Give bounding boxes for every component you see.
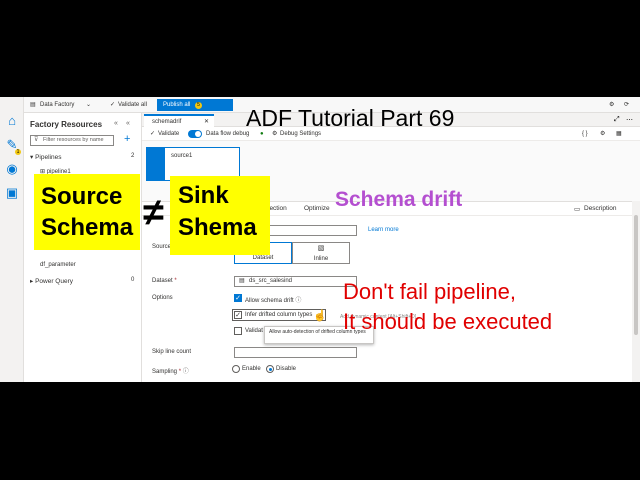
dataset-select[interactable]: ▤ ds_src_salesind — [234, 276, 357, 287]
sink-schema-callout: Sink Shema — [170, 176, 270, 255]
description-icon[interactable]: ▭ — [574, 205, 580, 213]
tab-optimize[interactable]: Optimize — [304, 205, 330, 212]
dataset-icon: ▤ — [239, 278, 245, 284]
validate-schema-label: Validat — [245, 328, 263, 334]
pipelines-label: Pipelines — [35, 154, 62, 161]
tutorial-title: ADF Tutorial Part 69 — [246, 105, 455, 131]
data-flow-debug-label: Data flow debug — [206, 131, 250, 137]
allow-schema-drift-checkbox[interactable]: ✓ — [234, 294, 242, 302]
infer-drifted-checkbox[interactable]: ✓ — [234, 311, 242, 319]
skip-line-count-input[interactable] — [234, 347, 357, 358]
sink-schema-line1: Sink — [178, 182, 229, 209]
data-factory-icon: ▤ — [30, 102, 36, 108]
sampling-enable-radio[interactable] — [232, 365, 240, 373]
options-label: Options — [152, 295, 173, 301]
source-schema-line1: Source — [41, 183, 123, 210]
refresh-icon[interactable]: ⟳ — [624, 100, 629, 110]
collapse-all-icon[interactable]: « — [114, 120, 118, 127]
tab-label: schemadrif — [152, 119, 182, 125]
validate-schema-checkbox[interactable] — [234, 327, 242, 335]
properties-scrollbar[interactable] — [632, 201, 640, 382]
home-icon[interactable]: ⌂ — [4, 113, 20, 129]
dataset-label-text: Dataset — [152, 278, 173, 284]
settings-gear-icon[interactable]: ⚙ — [609, 100, 614, 110]
list-item-df-parameter[interactable]: df_parameter — [40, 262, 76, 268]
filter-icon: ⊽ — [34, 137, 39, 143]
power-query-label: Power Query — [35, 278, 74, 285]
inline-option-label: Inline — [313, 256, 329, 262]
red-annotation-line2: It should be executed — [343, 309, 553, 334]
sampling-disable-radio[interactable] — [266, 365, 274, 373]
allow-schema-drift-label: Allow schema drift ⓘ — [245, 295, 301, 304]
expand-icon[interactable]: ⤢ — [614, 116, 620, 124]
validate-all-button[interactable]: Validate all — [118, 100, 147, 110]
power-query-count: 0 — [131, 277, 135, 283]
validate-check-icon: ✓ — [150, 131, 156, 137]
infer-drifted-label: Infer drifted column types — [245, 312, 313, 318]
factory-resources-title: Factory Resources — [30, 120, 103, 129]
monitor-icon[interactable]: ◉ — [4, 161, 20, 177]
source-type-inline-option[interactable]: ▧ Inline — [292, 242, 350, 264]
data-factory-selector[interactable]: Data Factory — [40, 100, 74, 110]
schema-drift-annotation: Schema drift — [335, 188, 463, 211]
hide-panel-icon[interactable]: « — [126, 120, 130, 127]
add-resource-icon[interactable]: + — [124, 133, 130, 145]
scrollbar-thumb[interactable] — [634, 215, 638, 335]
node-label: source1 — [171, 153, 193, 159]
tab-description[interactable]: Description — [584, 205, 617, 212]
hand-cursor-icon: ☝ — [313, 310, 327, 322]
author-badge: 1 — [15, 149, 21, 155]
inline-icon: ▧ — [317, 245, 325, 252]
validate-button[interactable]: Validate — [158, 130, 179, 139]
parameters-icon[interactable]: ▦ — [616, 130, 622, 139]
sampling-enable-label: Enable — [242, 366, 261, 372]
allow-schema-drift-text: Allow schema drift — [245, 298, 294, 304]
source-schema-callout: Source Schema — [34, 174, 140, 250]
power-query-section[interactable]: ▸ Power Query — [30, 277, 73, 285]
publish-all-button[interactable]: Publish all 5 — [157, 99, 233, 111]
manage-toolbox-icon[interactable]: ▣ — [4, 185, 20, 201]
tab-projection[interactable]: jection — [268, 205, 287, 212]
dataset-value: ds_src_salesind — [249, 278, 293, 284]
not-equal-sign: ≠ — [143, 192, 164, 234]
sampling-info-icon: ⓘ — [182, 369, 189, 375]
publish-all-label: Publish all — [163, 102, 191, 108]
left-nav-rail: ⌂ ✎ 1 ◉ ▣ — [0, 97, 24, 382]
code-icon[interactable]: { } — [582, 130, 588, 139]
chevron-down-icon[interactable]: ⌄ — [86, 100, 91, 110]
info-icon: ⓘ — [295, 298, 302, 304]
sampling-label: Sampling * ⓘ — [152, 369, 189, 375]
adf-window: ⌂ ✎ 1 ◉ ▣ ▤ Data Factory ⌄ ✓ Validate al… — [0, 97, 640, 382]
sampling-label-text: Sampling — [152, 369, 178, 375]
pipelines-section[interactable]: ▾ Pipelines — [30, 153, 61, 161]
source-node-bar — [147, 148, 165, 180]
publish-count-badge: 5 — [195, 102, 203, 109]
sink-schema-line2: Shema — [178, 214, 257, 241]
tab-schemadrif[interactable]: schemadrif ✕ — [144, 114, 214, 127]
skip-line-count-label: Skip line count — [152, 349, 192, 355]
dataset-option-label: Dataset — [252, 255, 274, 261]
filter-placeholder: Filter resources by name — [43, 137, 104, 143]
red-annotation-line1: Don't fail pipeline, — [343, 279, 516, 304]
dataset-label: Dataset * — [152, 278, 177, 284]
learn-more-link[interactable]: Learn more — [368, 227, 399, 233]
filter-resources-input[interactable]: ⊽ Filter resources by name — [30, 135, 114, 146]
validate-all-icon: ✓ — [110, 102, 116, 108]
data-flow-debug-toggle[interactable] — [188, 130, 202, 138]
properties-icon[interactable]: ⚙ — [600, 130, 605, 139]
sampling-disable-label: Disable — [276, 366, 297, 372]
df-parameter-label: df_parameter — [40, 262, 76, 268]
pipelines-count: 2 — [131, 153, 135, 159]
more-icon[interactable]: ⋯ — [626, 116, 633, 124]
source-schema-line2: Schema — [41, 214, 134, 241]
